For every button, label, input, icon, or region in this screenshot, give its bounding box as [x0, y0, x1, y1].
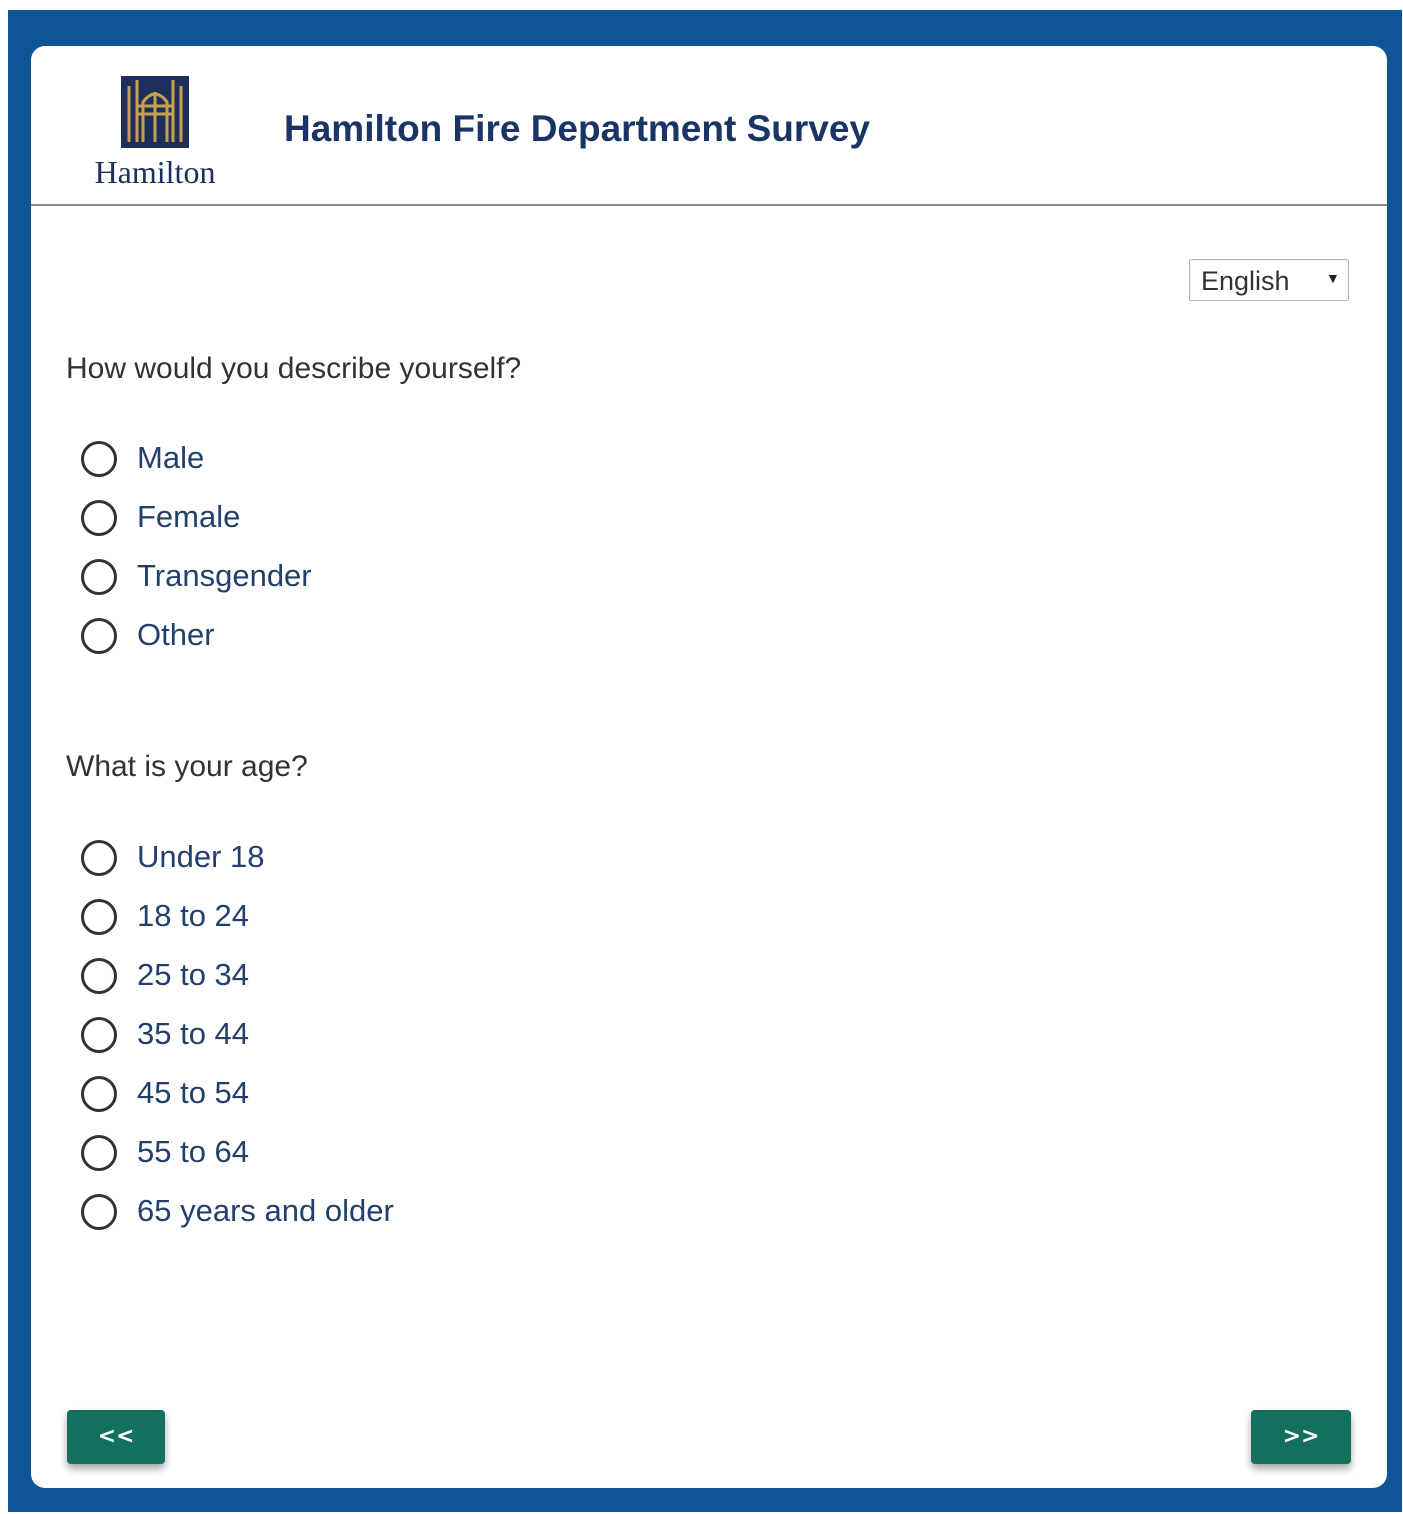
- radio-button[interactable]: [81, 559, 117, 595]
- page-title: Hamilton Fire Department Survey: [284, 108, 870, 149]
- question-age: What is your age?: [66, 750, 308, 783]
- option-label[interactable]: Male: [137, 440, 204, 476]
- radio-button[interactable]: [81, 958, 117, 994]
- radio-button[interactable]: [81, 1135, 117, 1171]
- option-label[interactable]: 65 years and older: [137, 1193, 394, 1229]
- option-label[interactable]: 45 to 54: [137, 1075, 249, 1111]
- option-label[interactable]: Female: [137, 499, 240, 535]
- option-label[interactable]: 35 to 44: [137, 1016, 249, 1052]
- radio-button[interactable]: [81, 441, 117, 477]
- language-select[interactable]: English ▼: [1189, 259, 1349, 301]
- hamilton-logo-icon: [121, 76, 189, 148]
- radio-button[interactable]: [81, 618, 117, 654]
- option-label[interactable]: Other: [137, 617, 215, 653]
- radio-button[interactable]: [81, 1017, 117, 1053]
- logo-wordmark: Hamilton: [94, 154, 216, 190]
- radio-button[interactable]: [81, 840, 117, 876]
- radio-button[interactable]: [81, 899, 117, 935]
- hamilton-logo: Hamilton: [87, 76, 223, 196]
- back-button[interactable]: <<: [67, 1410, 165, 1464]
- survey-card: Hamilton Hamilton Fire Department Survey…: [31, 46, 1387, 1488]
- page-frame: Hamilton Hamilton Fire Department Survey…: [8, 10, 1402, 1512]
- option-label[interactable]: 25 to 34: [137, 957, 249, 993]
- next-button[interactable]: >>: [1251, 1410, 1351, 1464]
- question-gender: How would you describe yourself?: [66, 352, 522, 385]
- radio-button[interactable]: [81, 1194, 117, 1230]
- radio-button[interactable]: [81, 1076, 117, 1112]
- chevron-down-icon: ▼: [1326, 270, 1340, 286]
- option-label[interactable]: Transgender: [137, 558, 312, 594]
- survey-header: Hamilton Hamilton Fire Department Survey: [31, 46, 1387, 206]
- language-selected-value: English: [1201, 266, 1290, 296]
- radio-button[interactable]: [81, 500, 117, 536]
- option-label[interactable]: 55 to 64: [137, 1134, 249, 1170]
- option-label[interactable]: 18 to 24: [137, 898, 249, 934]
- option-label[interactable]: Under 18: [137, 839, 265, 875]
